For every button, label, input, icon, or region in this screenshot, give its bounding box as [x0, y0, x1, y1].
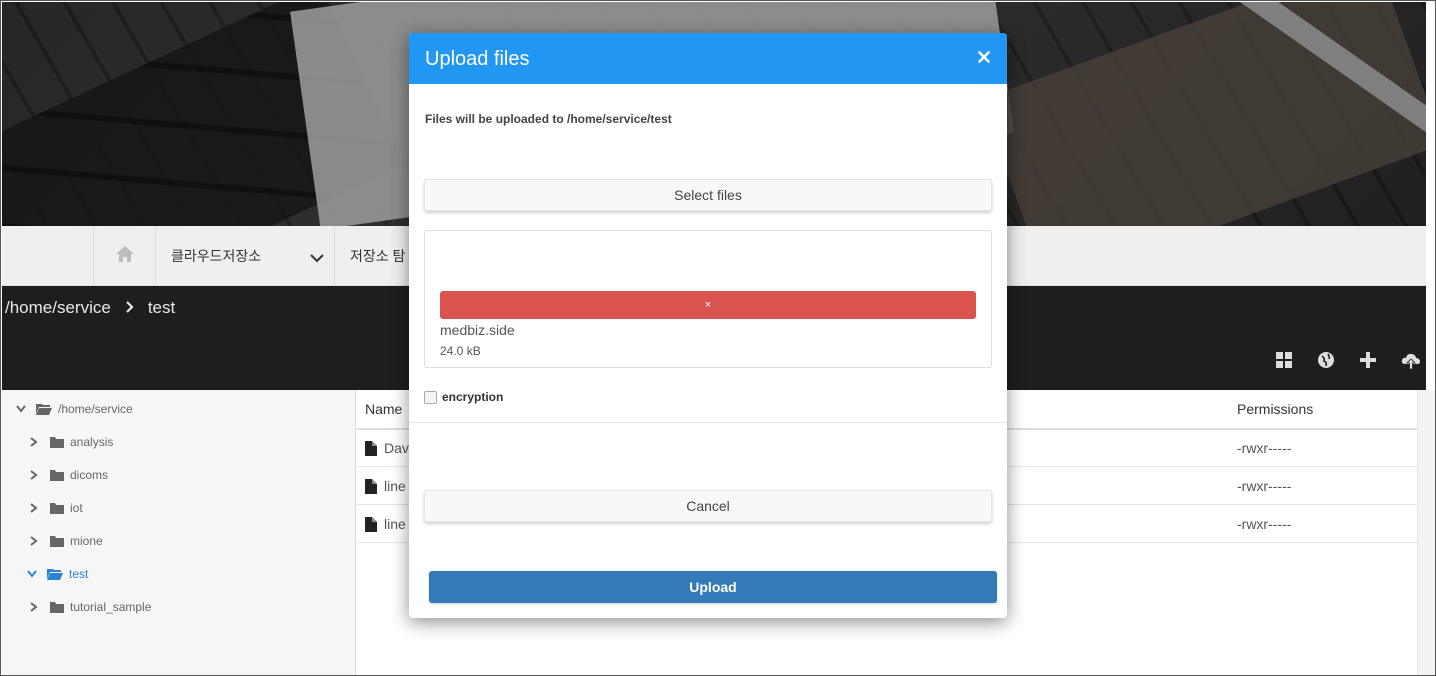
selected-file-size: 24.0 kB — [440, 344, 481, 358]
chevron-right-icon — [30, 437, 42, 447]
chevron-right-icon — [125, 298, 134, 318]
column-header-permissions[interactable]: Permissions — [1237, 390, 1313, 428]
remove-file-button[interactable]: × — [440, 291, 976, 319]
file-name-cell: line — [365, 505, 406, 543]
permissions-cell: -rwxr----- — [1237, 478, 1292, 494]
file-name: Dav — [384, 440, 409, 456]
upload-button[interactable]: Upload — [429, 571, 997, 603]
tree-label: iot — [70, 501, 83, 515]
folder-open-icon — [47, 568, 63, 580]
tree-root[interactable]: /home/service — [16, 399, 133, 419]
selected-file-name: medbiz.side — [440, 322, 515, 338]
close-button[interactable] — [975, 50, 993, 68]
dialog-header: Upload files — [409, 33, 1007, 84]
vertical-scrollbar[interactable] — [1417, 390, 1435, 675]
plus-icon[interactable] — [1358, 350, 1380, 372]
folder-open-icon — [36, 403, 52, 415]
chevron-right-icon — [30, 503, 42, 513]
encryption-label[interactable]: encryption — [442, 390, 503, 404]
tree-label: dicoms — [70, 468, 109, 482]
chevron-right-icon — [30, 602, 42, 612]
close-icon — [978, 50, 990, 68]
chevron-right-icon — [30, 470, 42, 480]
file-name: line — [384, 478, 406, 494]
permissions-cell: -rwxr----- — [1237, 516, 1292, 532]
globe-icon[interactable] — [1316, 350, 1338, 372]
dialog-divider — [409, 422, 1007, 423]
column-header-name[interactable]: Name — [365, 390, 402, 428]
cancel-button[interactable]: Cancel — [424, 490, 992, 522]
nav-home-button[interactable] — [93, 226, 156, 286]
breadcrumb-current: test — [147, 298, 176, 317]
tree-item-dicoms[interactable]: dicoms — [30, 465, 108, 485]
app-window: 클라우드저장소 저장소 탐 /home/service test /home/s… — [0, 0, 1436, 676]
folder-icon — [50, 436, 64, 448]
file-icon — [365, 478, 377, 494]
tree-item-analysis[interactable]: analysis — [30, 432, 113, 452]
file-icon — [365, 516, 377, 532]
tree-label: test — [69, 567, 89, 581]
chevron-down-icon — [310, 250, 324, 266]
tree-label: tutorial_sample — [70, 600, 152, 614]
chevron-down-icon — [16, 405, 28, 413]
chevron-down-icon — [27, 570, 39, 578]
breadcrumb: /home/service test — [5, 298, 175, 318]
folder-tree: /home/service analysis dicoms iot mione — [2, 390, 356, 675]
tree-label: analysis — [70, 435, 114, 449]
upload-destination-text: Files will be uploaded to /home/service/… — [425, 112, 672, 126]
nav-menu-cloud-storage[interactable]: 클라우드저장소 — [157, 226, 335, 286]
selected-files-list: × medbiz.side 24.0 kB — [424, 230, 992, 368]
file-name-cell: Dav — [365, 429, 409, 467]
file-name: line — [384, 516, 406, 532]
cloud-upload-icon[interactable] — [1400, 350, 1422, 372]
tree-label: mione — [70, 534, 103, 548]
chevron-right-icon — [30, 536, 42, 546]
permissions-cell: -rwxr----- — [1237, 440, 1292, 456]
folder-icon — [50, 601, 64, 613]
encryption-checkbox[interactable] — [424, 390, 437, 404]
tree-item-tutorial-sample[interactable]: tutorial_sample — [30, 597, 151, 617]
nav-menu-label: 저장소 탐 — [350, 248, 406, 264]
grid-icon[interactable] — [1274, 350, 1296, 372]
encryption-option: encryption — [424, 390, 503, 404]
folder-icon — [50, 502, 64, 514]
tree-item-iot[interactable]: iot — [30, 498, 83, 518]
select-files-button[interactable]: Select files — [424, 179, 992, 211]
breadcrumb-root[interactable]: /home/service — [5, 298, 111, 318]
file-icon — [365, 440, 377, 456]
dialog-title: Upload files — [425, 48, 530, 70]
tree-item-test[interactable]: test — [27, 564, 88, 584]
home-icon — [114, 244, 136, 269]
upload-files-dialog: Upload files Files will be uploaded to /… — [409, 33, 1007, 618]
tree-item-mione[interactable]: mione — [30, 531, 103, 551]
folder-icon — [50, 535, 64, 547]
folder-icon — [50, 469, 64, 481]
tree-label: /home/service — [58, 402, 133, 416]
nav-menu-label: 클라우드저장소 — [171, 248, 262, 264]
file-name-cell: line — [365, 467, 406, 505]
toolbar-icons — [1274, 350, 1422, 372]
